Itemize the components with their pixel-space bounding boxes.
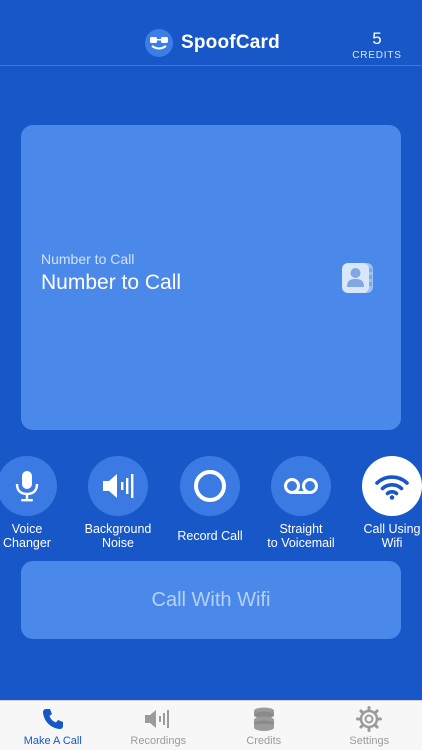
speaker-icon <box>88 456 148 516</box>
wifi-icon <box>362 456 422 516</box>
credits-count: 5 <box>372 29 382 48</box>
straight-to-voicemail-option[interactable]: Straight to Voicemail <box>251 456 351 550</box>
spoofcard-logo-icon <box>145 29 173 57</box>
phone-icon <box>0 706 106 732</box>
app-header: SpoofCard 5 CREDITS <box>0 0 422 66</box>
call-using-wifi-label: Call Using Wifi <box>363 522 421 550</box>
brand: SpoofCard <box>145 29 280 57</box>
background-noise-option[interactable]: Background Noise <box>68 456 168 550</box>
voicemail-icon <box>271 456 331 516</box>
number-field-label: Number to Call <box>41 251 135 267</box>
background-noise-label: Background Noise <box>84 522 152 550</box>
coins-icon <box>211 706 317 732</box>
credits-label: CREDITS <box>352 50 402 61</box>
tab-make-a-call[interactable]: Make A Call <box>0 701 106 750</box>
record-call-label: Record Call <box>177 529 243 543</box>
call-with-wifi-button[interactable]: Call With Wifi <box>21 561 401 639</box>
number-to-call-card[interactable]: Number to Call Number to Call <box>21 125 401 430</box>
tab-bar: Make A Call Recordings Credits Settings <box>0 700 422 750</box>
credits-counter[interactable]: 5 CREDITS <box>352 29 402 62</box>
contacts-icon[interactable] <box>339 260 375 296</box>
speaker-icon <box>106 706 212 732</box>
tab-recordings[interactable]: Recordings <box>106 701 212 750</box>
record-icon <box>180 456 240 516</box>
tab-make-a-call-label: Make A Call <box>23 735 82 747</box>
call-using-wifi-option[interactable]: Call Using Wifi <box>342 456 422 550</box>
record-call-option[interactable]: Record Call <box>160 456 260 543</box>
number-input[interactable]: Number to Call <box>41 271 181 295</box>
tab-credits[interactable]: Credits <box>211 701 317 750</box>
brand-name: SpoofCard <box>181 32 280 53</box>
tab-recordings-label: Recordings <box>130 735 187 747</box>
gear-icon <box>317 706 422 732</box>
tab-credits-label: Credits <box>246 735 282 747</box>
straight-to-voicemail-label: Straight to Voicemail <box>267 522 335 550</box>
voice-changer-label: Voice Changer <box>3 522 51 550</box>
voice-changer-option[interactable]: Voice Changer <box>0 456 77 550</box>
microphone-icon <box>0 456 57 516</box>
tab-settings[interactable]: Settings <box>317 701 422 750</box>
tab-settings-label: Settings <box>349 735 390 747</box>
